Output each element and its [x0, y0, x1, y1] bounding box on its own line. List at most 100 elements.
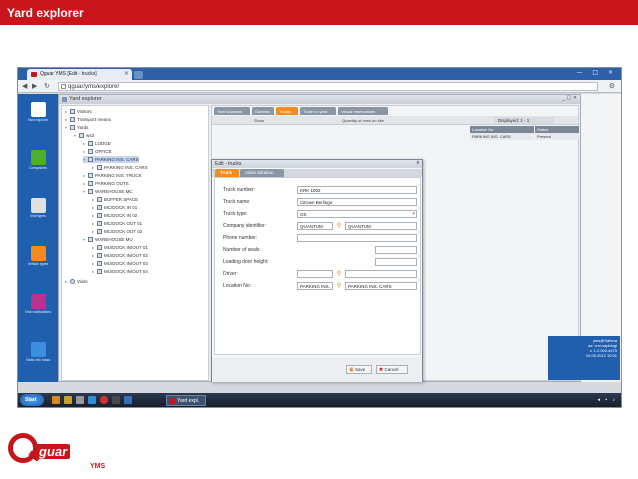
- sidebar-item-yard-explorer[interactable]: Yard explorer: [18, 102, 58, 122]
- wrench-icon[interactable]: ⚙: [609, 82, 615, 90]
- tree-node[interactable]: ▸ MC/DOCK IN 02: [92, 212, 137, 219]
- company-name-field[interactable]: QUANTUM: [345, 222, 417, 230]
- dialog-close-icon[interactable]: ×: [416, 160, 420, 166]
- tree-node[interactable]: ▸ OFFICE: [83, 148, 112, 155]
- tree-node[interactable]: ▸ Visitors: [65, 108, 92, 115]
- tree-node[interactable]: ▸ MC/DOCK IN 01: [92, 204, 137, 211]
- new-tab-button[interactable]: [134, 71, 143, 79]
- tree-node[interactable]: ▸ BUFFER SPACE: [92, 196, 138, 203]
- tab-close-icon[interactable]: ×: [124, 70, 129, 77]
- tree-node[interactable]: ▸ MU/DOCK IN/OUT 02: [92, 252, 148, 259]
- sidebar-item-vehicle-types[interactable]: Vehicle types: [18, 246, 58, 266]
- truck-number-field[interactable]: KRK 1002: [297, 186, 417, 194]
- back-icon[interactable]: ◀: [22, 82, 27, 90]
- sidebar-item-visit-types[interactable]: Visit types: [18, 198, 58, 218]
- yard-tree: ▸ Visitors ▸ Transport means ▾ Yards ▾ ws3 ▸…: [61, 105, 209, 381]
- table-cell-location[interactable]: PARKING INS. CARS: [470, 133, 534, 140]
- tab-virtual-reservations[interactable]: Virtual reservations: [338, 107, 388, 115]
- search-icon[interactable]: ⚲: [335, 222, 343, 230]
- forward-icon[interactable]: ▶: [32, 82, 37, 90]
- window-controls[interactable]: — □ ×: [576, 69, 617, 76]
- taskbar-app-yard[interactable]: Yard expl.: [166, 395, 206, 406]
- truck-number-label: Truck number:: [223, 187, 256, 193]
- browser-tab[interactable]: Qguar YMS [Edit - trucks] ×: [27, 69, 132, 80]
- page-icon: [61, 84, 66, 89]
- tree-node[interactable]: ▸ MU/DOCK IN/OUT 01: [92, 244, 148, 251]
- truck-name-field[interactable]: Citroen Berlingo: [297, 198, 417, 206]
- tab-gantries[interactable]: Gantries: [252, 107, 274, 115]
- session-info-box: yms@Safena as: vmi-sapblogi v. 1.2.000.4…: [548, 336, 620, 380]
- company-identifier-label: Company identifier:: [223, 223, 267, 229]
- url-input[interactable]: qguar/yms/explorer: [58, 82, 598, 91]
- search-icon[interactable]: ⚲: [335, 282, 343, 290]
- system-tray[interactable]: ◂ ▪ ♪: [597, 397, 617, 403]
- location-code-field[interactable]: PARKING INS.: [297, 282, 333, 290]
- chevron-down-icon: ▾: [412, 211, 415, 217]
- tree-node[interactable]: ▾ WAREHOUSE MU: [83, 236, 133, 243]
- tree-node[interactable]: ▸ PARKING OUTS.: [83, 180, 130, 187]
- folder-icon[interactable]: [52, 396, 60, 404]
- search-icon[interactable]: ⚲: [335, 270, 343, 278]
- companies-icon: [30, 150, 46, 165]
- tab-yard-locations[interactable]: Yard locations: [214, 107, 250, 115]
- logo-wordmark: guar: [36, 444, 71, 459]
- app-icon[interactable]: [112, 396, 120, 404]
- tree-node[interactable]: ▸ Visits: [65, 278, 88, 285]
- mail-icon[interactable]: [76, 396, 84, 404]
- location-name-field[interactable]: PARKING INS. CARS: [345, 282, 417, 290]
- tree-node[interactable]: ▾ Yards: [65, 124, 88, 131]
- tree-node[interactable]: ▸ Transport means: [65, 116, 111, 123]
- sidebar-item-visits-info[interactable]: Visits info mass: [18, 342, 58, 362]
- loading-door-height-label: Loading door height:: [223, 259, 269, 265]
- logo-product: YMS: [90, 463, 106, 470]
- column-header-location[interactable]: Location No: [470, 126, 534, 133]
- sidebar-item-visit-notifications[interactable]: Visit notifications: [18, 294, 58, 314]
- edit-trucks-dialog: Edit - trucks × Truck Administration Tru…: [211, 159, 423, 382]
- cancel-button[interactable]: ✖ Cancel: [376, 365, 408, 374]
- tree-node-selected[interactable]: ▾ PARKING INS. CARS: [83, 156, 139, 163]
- phone-number-label: Phone number:: [223, 235, 258, 241]
- start-button[interactable]: Start: [20, 394, 44, 406]
- tree-node[interactable]: ▸ MU/DOCK IN/OUT 04: [92, 268, 148, 275]
- reload-icon[interactable]: ↻: [44, 82, 50, 90]
- table-cell-status[interactable]: Present: [535, 133, 579, 140]
- tab-trailer-in-yard[interactable]: Trailer in yard: [300, 107, 336, 115]
- truck-name-label: Truck name:: [223, 199, 251, 205]
- truck-type-select[interactable]: OS ▾: [297, 210, 417, 218]
- notes-icon[interactable]: [64, 396, 72, 404]
- company-code-field[interactable]: QUANTUM: [297, 222, 333, 230]
- cancel-icon: ✖: [379, 367, 384, 373]
- screenshot-frame: Qguar YMS [Edit - trucks] × — □ × ◀ ▶ ↻ …: [17, 67, 622, 408]
- column-header-status[interactable]: Status: [535, 126, 579, 133]
- tree-node[interactable]: ▸ MC/DOCK OUT 02: [92, 228, 142, 235]
- number-of-seals-field[interactable]: [375, 246, 417, 254]
- loading-door-height-field[interactable]: [375, 258, 417, 266]
- tree-node[interactable]: ▸ PARKING INS. TRUCK: [83, 172, 142, 179]
- slide-title: Yard explorer: [0, 0, 638, 25]
- driver-name-field[interactable]: [345, 270, 417, 278]
- yard-window-controls[interactable]: _ □ ×: [562, 95, 577, 101]
- save-button[interactable]: ▣ Save: [346, 365, 372, 374]
- tab-administration[interactable]: Administration: [240, 169, 284, 177]
- sidebar-item-companies[interactable]: Companies: [18, 150, 58, 170]
- dialog-title: Edit - trucks: [215, 161, 242, 167]
- browser-tab-strip: Qguar YMS [Edit - trucks] × — □ ×: [18, 68, 621, 80]
- favicon-icon: [31, 72, 37, 77]
- tab-trucks[interactable]: Trucks: [276, 107, 298, 115]
- location-no-label: Location No:: [223, 283, 252, 289]
- tree-node[interactable]: ▾ WAREHOUSE MC: [83, 188, 133, 195]
- driver-code-field[interactable]: [297, 270, 333, 278]
- truck-icon: [30, 246, 46, 261]
- word-icon[interactable]: [88, 396, 96, 404]
- tree-node[interactable]: ▸ PARKING INS. CARS: [92, 164, 148, 171]
- yard-window-title: Yard explorer: [69, 96, 102, 102]
- tree-node[interactable]: ▸ LODGE: [83, 140, 111, 147]
- tree-node[interactable]: ▸ MC/DOCK OUT 01: [92, 220, 142, 227]
- tree-node[interactable]: ▾ ws3: [74, 132, 94, 139]
- explorer-icon[interactable]: [124, 396, 132, 404]
- tree-node[interactable]: ▸ MU/DOCK IN/OUT 03: [92, 260, 148, 267]
- tab-truck[interactable]: Truck: [215, 169, 239, 177]
- phone-number-field[interactable]: [297, 234, 417, 242]
- yard-window-titlebar: Yard explorer _ □ ×: [59, 95, 580, 104]
- browser-icon[interactable]: [100, 396, 108, 404]
